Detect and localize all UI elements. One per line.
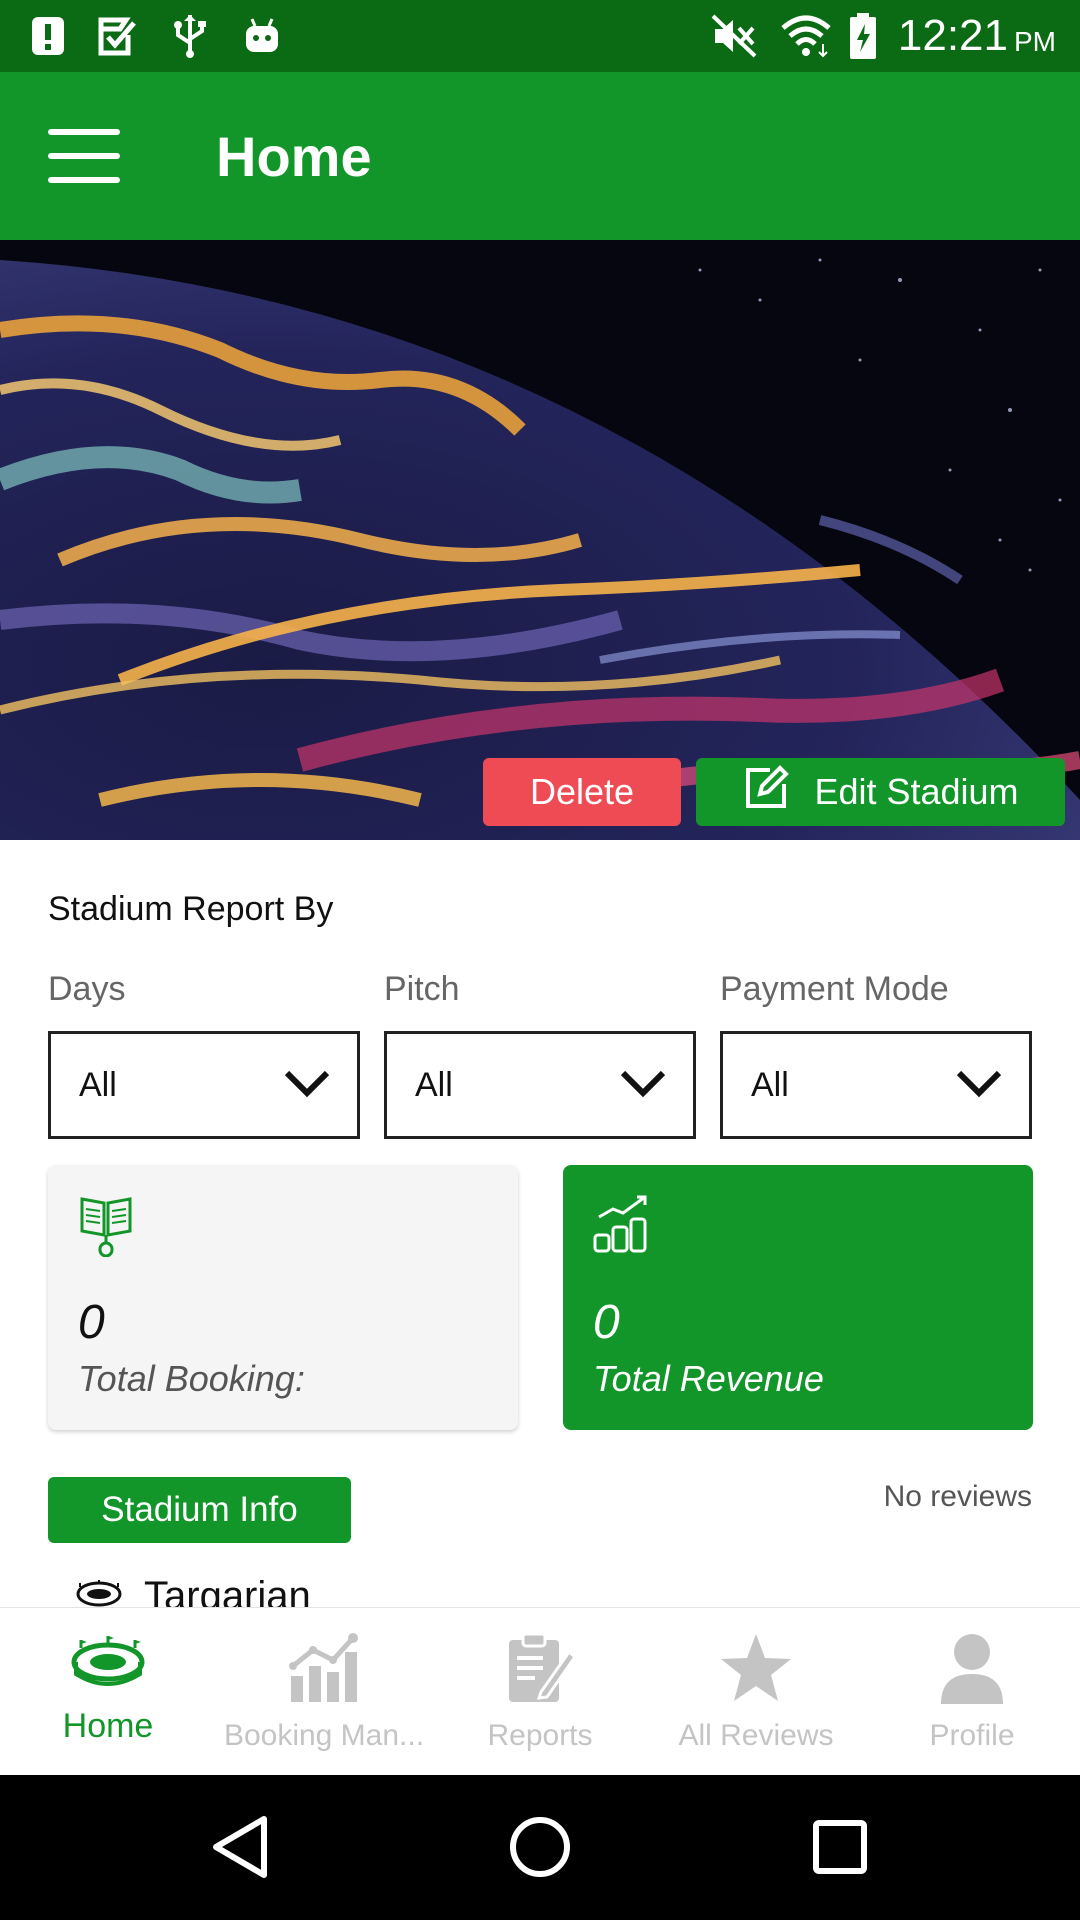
total-revenue-card: 0 Total Revenue: [563, 1165, 1033, 1430]
home-circle-icon[interactable]: [500, 1807, 580, 1887]
reviews-status: No reviews: [883, 1480, 1032, 1513]
android-icon: [240, 12, 284, 60]
bar-chart-icon: [287, 1632, 361, 1709]
nav-reports[interactable]: Reports: [432, 1608, 648, 1776]
clock-time: 12:21: [897, 11, 1008, 60]
payment-mode-dropdown-value: All: [751, 1065, 789, 1104]
status-bar: 12:21 PM: [0, 0, 1080, 72]
recents-icon[interactable]: [800, 1807, 880, 1887]
clock: 12:21 PM: [898, 0, 1056, 72]
battery-charging-icon: [846, 12, 880, 60]
report-heading: Stadium Report By: [48, 890, 334, 928]
total-booking-label: Total Booking:: [78, 1358, 305, 1399]
stadium-banner-image: [0, 240, 1080, 840]
edit-stadium-label: Edit Stadium: [814, 771, 1019, 812]
edit-stadium-button[interactable]: Edit Stadium: [696, 758, 1065, 826]
filter-label-days: Days: [48, 970, 126, 1008]
coins-growth-icon: [593, 1193, 653, 1258]
nav-home[interactable]: Home: [0, 1608, 216, 1776]
delete-button[interactable]: Delete: [483, 758, 681, 826]
total-booking-value: 0: [78, 1296, 105, 1349]
nav-profile-label: Profile: [929, 1719, 1015, 1752]
mute-icon: [710, 12, 758, 60]
total-booking-card: 0 Total Booking:: [48, 1165, 518, 1430]
wifi-icon: [778, 12, 834, 60]
page-title: Home: [216, 124, 372, 188]
star-icon: [719, 1632, 793, 1709]
check-icon: [96, 12, 140, 60]
system-navigation-bar: [0, 1775, 1080, 1920]
nav-profile[interactable]: Profile: [864, 1608, 1080, 1776]
pitch-dropdown-value: All: [415, 1065, 453, 1104]
usb-icon: [170, 12, 210, 60]
nav-all-reviews[interactable]: All Reviews: [648, 1608, 864, 1776]
payment-mode-dropdown[interactable]: All: [720, 1031, 1032, 1139]
nav-all-reviews-label: All Reviews: [678, 1719, 834, 1752]
alert-icon: [28, 12, 68, 60]
person-icon: [935, 1632, 1009, 1709]
menu-icon[interactable]: [36, 118, 132, 194]
edit-icon: [742, 764, 790, 821]
pitch-dropdown[interactable]: All: [384, 1031, 696, 1139]
screen: 12:21 PM Home Delete Edit Stadium Stadiu…: [0, 0, 1080, 1920]
app-bar: Home: [0, 72, 1080, 240]
filter-label-payment-mode: Payment Mode: [720, 970, 949, 1008]
nav-booking-management-label: Booking Man...: [223, 1719, 425, 1752]
book-mouse-icon: [78, 1193, 134, 1262]
total-revenue-label: Total Revenue: [593, 1358, 824, 1399]
nav-home-label: Home: [62, 1707, 154, 1745]
back-icon[interactable]: [200, 1807, 280, 1887]
clipboard-icon: [503, 1632, 578, 1709]
nav-reports-label: Reports: [487, 1719, 593, 1752]
days-dropdown[interactable]: All: [48, 1031, 360, 1139]
stadium-info-button[interactable]: Stadium Info: [48, 1477, 351, 1543]
chevron-down-icon: [283, 1067, 331, 1104]
clock-ampm: PM: [1014, 26, 1056, 57]
bottom-navigation: Home Booking Man... Reports All Reviews …: [0, 1607, 1080, 1775]
filter-label-pitch: Pitch: [384, 970, 460, 1008]
days-dropdown-value: All: [79, 1065, 117, 1104]
chevron-down-icon: [619, 1067, 667, 1104]
stadium-icon: [71, 1632, 145, 1697]
nav-booking-management[interactable]: Booking Man...: [216, 1608, 432, 1776]
chevron-down-icon: [955, 1067, 1003, 1104]
total-revenue-value: 0: [593, 1296, 620, 1349]
